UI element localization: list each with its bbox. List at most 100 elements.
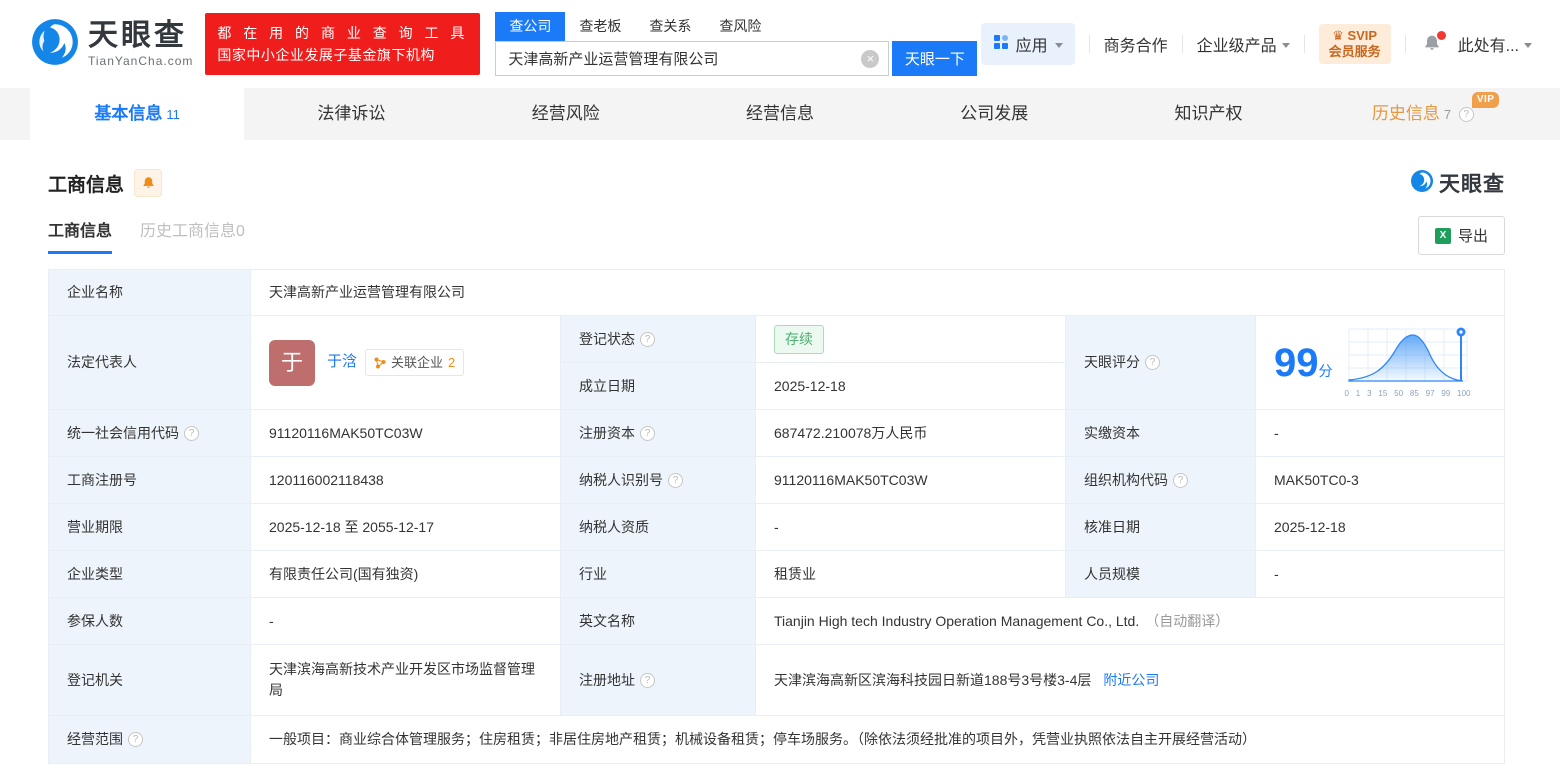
field-label: 成立日期: [561, 363, 755, 409]
help-icon[interactable]: ?: [640, 425, 655, 441]
grid-icon: [993, 34, 1009, 55]
field-label: 工商注册号: [49, 457, 250, 503]
company-name-value: 天津高新产业运营管理有限公司: [251, 270, 1504, 315]
score-unit: 分: [1318, 362, 1333, 379]
english-name-value: Tianjin High tech Industry Operation Man…: [774, 612, 1140, 629]
field-label: 注册资本?: [561, 410, 755, 456]
logo-domain: TianYanCha.com: [88, 53, 194, 68]
tab-operating-info[interactable]: 经营信息: [673, 88, 887, 140]
tianyancha-swirl-icon: [1410, 169, 1434, 198]
legal-rep-avatar[interactable]: 于: [269, 339, 315, 386]
help-icon[interactable]: ?: [668, 472, 683, 488]
header-nav: 应用 商务合作 企业级产品 ♛ SVIP 会员服务 此处有...: [980, 23, 1532, 65]
clear-search-icon[interactable]: ×: [861, 49, 880, 68]
field-label: 登记机关: [49, 645, 250, 715]
search-tab-risk[interactable]: 查风险: [705, 12, 775, 41]
nav-business-cooperation[interactable]: 商务合作: [1104, 32, 1168, 56]
export-button[interactable]: X 导出: [1417, 216, 1505, 255]
biz-term-value: 2025-12-18 至 2055-12-17: [251, 504, 560, 550]
divider: [1181, 35, 1183, 53]
notification-bell-icon[interactable]: [1422, 31, 1446, 54]
reg-address-cell: 天津滨海高新区滨海科技园日新道188号3号楼3-4层 附近公司: [756, 645, 1504, 715]
score-distribution-chart: 0 1 3 15 50 85 97 99 100: [1345, 325, 1471, 400]
user-menu[interactable]: 此处有...: [1458, 32, 1532, 56]
search-tab-boss[interactable]: 查老板: [565, 12, 635, 41]
notification-dot: [1436, 31, 1446, 40]
search-tab-relation[interactable]: 查关系: [635, 12, 705, 41]
tianyancha-company-page: 天眼查 TianYanCha.com 都 在 用 的 商 业 查 询 工 具 国…: [0, 0, 1560, 765]
tianyancha-swirl-icon: [30, 17, 80, 72]
taxpayer-id-value: 91120116MAK50TC03W: [756, 457, 1065, 503]
legal-rep-cell: 于 于浛 关联企业 2: [251, 316, 560, 409]
divider: [1303, 35, 1305, 53]
field-label: 人员规模: [1066, 551, 1255, 597]
company-tabbar: 基本信息 11 法律诉讼 经营风险 经营信息 公司发展 知识产权 历史信息 7 ? …: [0, 88, 1560, 140]
subtab-history-business-info[interactable]: 历史工商信息0: [140, 217, 245, 254]
paid-capital-value: -: [1256, 410, 1504, 456]
field-label: 核准日期: [1066, 504, 1255, 550]
chevron-down-icon: [1524, 42, 1532, 48]
help-icon[interactable]: ?: [184, 425, 199, 441]
field-label: 行业: [561, 551, 755, 597]
help-icon[interactable]: ?: [640, 331, 655, 347]
staff-size-value: -: [1256, 551, 1504, 597]
apps-label: 应用: [1015, 38, 1048, 55]
search-tab-company[interactable]: 查公司: [495, 12, 566, 41]
nav-enterprise-products[interactable]: 企业级产品: [1197, 32, 1290, 56]
score-axis-labels: 0 1 3 15 50 85 97 99 100: [1344, 389, 1471, 398]
field-label: 经营范围?: [49, 716, 250, 763]
network-icon: [374, 357, 386, 368]
help-icon[interactable]: ?: [1173, 472, 1188, 488]
search-block: 查公司 查老板 查关系 查风险 × 天眼一下: [495, 12, 978, 76]
field-label: 实缴资本: [1066, 410, 1255, 456]
auto-translate-note: （自动翻译）: [1145, 612, 1230, 629]
tab-intellectual-property[interactable]: 知识产权: [1101, 88, 1315, 140]
field-label: 纳税人资质: [561, 504, 755, 550]
slogan-line2: 国家中小企业发展子基金旗下机构: [217, 47, 435, 63]
subtab-business-info[interactable]: 工商信息: [48, 217, 113, 254]
reg-status-cell: 存续: [756, 316, 1065, 362]
reg-authority-value: 天津滨海高新技术产业开发区市场监督管理局: [251, 645, 560, 715]
legal-rep-link[interactable]: 于浛: [327, 351, 357, 374]
logo-name: 天眼查: [88, 18, 187, 52]
field-label: 企业类型: [49, 551, 250, 597]
company-type-value: 有限责任公司(国有独资): [251, 551, 560, 597]
field-label: 企业名称: [49, 270, 250, 315]
field-label: 法定代表人: [49, 316, 250, 409]
reg-capital-value: 687472.210078万人民币: [756, 410, 1065, 456]
svip-membership-badge[interactable]: ♛ SVIP 会员服务: [1318, 23, 1391, 65]
search-button[interactable]: 天眼一下: [892, 41, 978, 76]
excel-icon: X: [1434, 227, 1451, 244]
field-label: 纳税人识别号?: [561, 457, 755, 503]
search-tabs: 查公司 查老板 查关系 查风险: [495, 12, 977, 41]
apps-menu[interactable]: 应用: [980, 23, 1075, 65]
related-companies-badge[interactable]: 关联企业 2: [365, 348, 465, 377]
help-icon[interactable]: ?: [640, 672, 655, 688]
tab-company-development[interactable]: 公司发展: [887, 88, 1101, 140]
tab-basic-info[interactable]: 基本信息 11: [30, 88, 245, 140]
divider: [1088, 35, 1090, 53]
reg-number-value: 120116002118438: [251, 457, 560, 503]
tab-history-info[interactable]: 历史信息 7 ? VIP: [1316, 88, 1530, 140]
header: 天眼查 TianYanCha.com 都 在 用 的 商 业 查 询 工 具 国…: [0, 0, 1560, 88]
org-code-value: MAK50TC0-3: [1256, 457, 1504, 503]
chevron-down-icon: [1281, 42, 1290, 48]
nearby-companies-link[interactable]: 附近公司: [1103, 670, 1159, 691]
est-date-value: 2025-12-18: [756, 363, 1065, 409]
tianyan-score-cell[interactable]: 99分 0 1 3 15 50 85 97 99 100: [1256, 316, 1504, 409]
field-label: 参保人数: [49, 598, 250, 644]
insured-count-value: -: [251, 598, 560, 644]
subscribe-bell-icon[interactable]: [134, 169, 163, 197]
field-label: 英文名称: [561, 598, 755, 644]
tab-legal-litigation[interactable]: 法律诉讼: [244, 88, 458, 140]
field-label: 登记状态?: [561, 316, 755, 362]
field-label: 组织机构代码?: [1066, 457, 1255, 503]
tab-operating-risk[interactable]: 经营风险: [459, 88, 673, 140]
help-icon[interactable]: ?: [128, 732, 143, 747]
help-icon[interactable]: ?: [1145, 355, 1160, 370]
help-icon[interactable]: ?: [1458, 107, 1474, 123]
credit-code-value: 91120116MAK50TC03W: [251, 410, 560, 456]
search-input[interactable]: [495, 41, 890, 76]
site-logo[interactable]: 天眼查 TianYanCha.com: [30, 17, 193, 72]
business-info-section: 工商信息 天眼查 工商信息 历史工商信息0 X 导出 企业名称 天津高新产业运营…: [0, 140, 1560, 764]
